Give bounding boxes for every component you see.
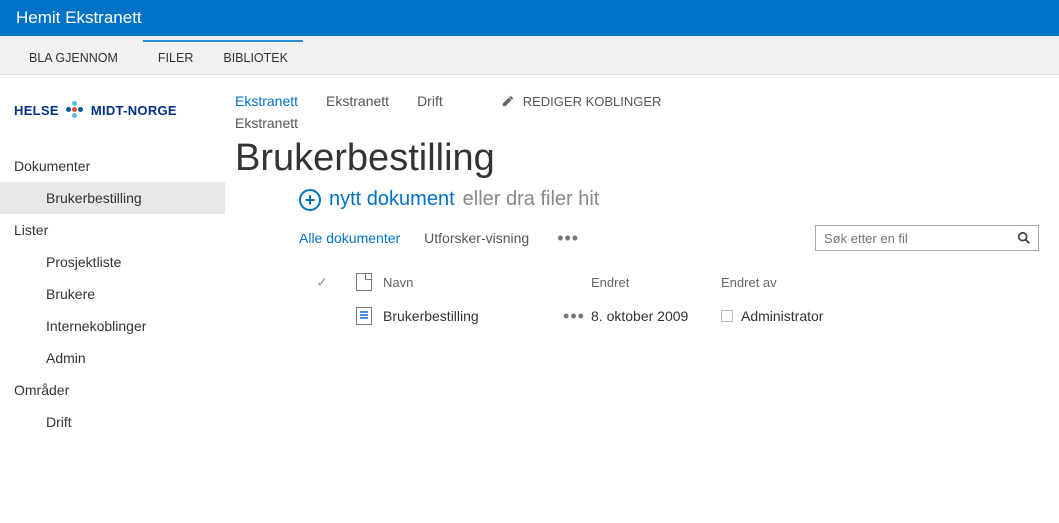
search-box xyxy=(815,225,1039,251)
breadcrumb-row2-text[interactable]: Ekstranett xyxy=(235,115,298,131)
pencil-icon xyxy=(501,94,515,108)
ellipsis-icon: ••• xyxy=(559,306,589,327)
logo-text-left: HELSE xyxy=(14,103,59,118)
nav-item-brukerbestilling[interactable]: Brukerbestilling xyxy=(0,182,225,214)
col-header-select[interactable]: ✓ xyxy=(299,274,345,291)
nav-item-drift[interactable]: Drift xyxy=(0,406,225,438)
logo-text-right: MIDT-NORGE xyxy=(91,103,177,118)
new-document-link[interactable]: nytt dokument xyxy=(329,188,455,211)
suite-bar: Hemit Ekstranett xyxy=(0,0,1059,36)
col-header-modified-by[interactable]: Endret av xyxy=(721,275,1039,290)
breadcrumb-link-0[interactable]: Ekstranett xyxy=(235,93,298,109)
breadcrumb-text-2[interactable]: Drift xyxy=(417,93,443,109)
table-row[interactable]: Brukerbestilling ••• 8. oktober 2009 Adm… xyxy=(299,299,1039,333)
new-document-row: + nytt dokument eller dra filer hit xyxy=(299,188,1039,211)
document-table: ✓ Navn Endret Endret av Brukerbestilling… xyxy=(299,265,1039,333)
ribbon-tab-library[interactable]: BIBLIOTEK xyxy=(208,42,303,74)
ribbon: BLA GJENNOM FILER BIBLIOTEK xyxy=(0,36,1059,75)
new-document-hint: eller dra filer hit xyxy=(463,188,600,211)
nav-item-internekoblinger[interactable]: Internekoblinger xyxy=(0,310,225,342)
suite-title[interactable]: Hemit Ekstranett xyxy=(16,8,142,28)
nav-heading-documents[interactable]: Dokumenter xyxy=(0,150,225,182)
row-modified-by: Administrator xyxy=(721,308,1039,324)
view-selector-row: Alle dokumenter Utforsker-visning ••• xyxy=(299,225,1039,251)
search-icon xyxy=(1017,231,1031,245)
logo-icon xyxy=(65,100,85,120)
row-name[interactable]: Brukerbestilling xyxy=(383,308,557,324)
row-type xyxy=(345,307,383,325)
view-explorer[interactable]: Utforsker-visning xyxy=(424,230,529,246)
ribbon-tab-files[interactable]: FILER xyxy=(143,42,208,74)
col-header-name[interactable]: Navn xyxy=(383,275,557,290)
table-header: ✓ Navn Endret Endret av xyxy=(299,265,1039,299)
check-icon: ✓ xyxy=(316,274,328,291)
document-icon xyxy=(356,307,372,325)
content: Ekstranett Ekstranett Drift REDIGER KOBL… xyxy=(225,75,1059,438)
sidebar: HELSE MIDT-NORGE Dokumenter Brukerbestil… xyxy=(0,75,225,438)
nav-item-prosjektliste[interactable]: Prosjektliste xyxy=(0,246,225,278)
view-all-documents[interactable]: Alle dokumenter xyxy=(299,230,400,246)
nav-heading-areas[interactable]: Områder xyxy=(0,374,225,406)
col-header-modified[interactable]: Endret xyxy=(591,275,721,290)
nav-item-admin[interactable]: Admin xyxy=(0,342,225,374)
nav-item-brukere[interactable]: Brukere xyxy=(0,278,225,310)
breadcrumb-row2: Ekstranett xyxy=(235,115,1039,131)
edit-links-button[interactable]: REDIGER KOBLINGER xyxy=(501,94,662,109)
row-modified: 8. oktober 2009 xyxy=(591,308,721,324)
row-modified-by-name[interactable]: Administrator xyxy=(741,308,823,324)
breadcrumb: Ekstranett Ekstranett Drift REDIGER KOBL… xyxy=(235,93,1039,109)
row-menu[interactable]: ••• xyxy=(557,306,591,327)
presence-icon xyxy=(721,310,733,322)
file-icon xyxy=(356,273,372,291)
edit-links-label: REDIGER KOBLINGER xyxy=(523,94,662,109)
site-logo[interactable]: HELSE MIDT-NORGE xyxy=(0,100,225,150)
col-header-type[interactable] xyxy=(345,273,383,291)
view-more-icon[interactable]: ••• xyxy=(553,228,583,249)
ribbon-tab-group: FILER BIBLIOTEK xyxy=(143,40,303,74)
search-input[interactable] xyxy=(816,231,1010,246)
search-button[interactable] xyxy=(1010,231,1038,245)
ribbon-tab-browse[interactable]: BLA GJENNOM xyxy=(14,42,133,74)
add-icon[interactable]: + xyxy=(299,189,321,211)
breadcrumb-text-1[interactable]: Ekstranett xyxy=(326,93,389,109)
page-title: Brukerbestilling xyxy=(235,137,1039,180)
nav-heading-lists[interactable]: Lister xyxy=(0,214,225,246)
